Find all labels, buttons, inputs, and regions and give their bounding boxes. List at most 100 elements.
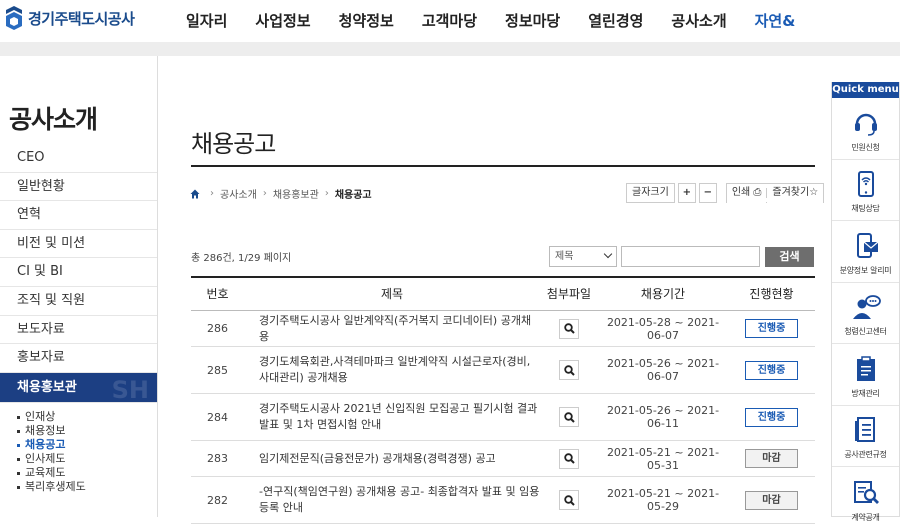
row-attachment [540, 490, 598, 510]
quick-item-regulations[interactable]: 공사관련규정 [832, 406, 899, 467]
attachment-search-button[interactable] [559, 490, 579, 510]
font-decrease-button[interactable]: − [698, 183, 717, 203]
breadcrumb-item[interactable]: 채용홍보관 [273, 186, 319, 201]
font-increase-button[interactable]: + [677, 183, 696, 203]
sidebar-item-organization[interactable]: 조직 및 직원 [0, 287, 157, 316]
bullet-icon [17, 471, 20, 475]
attachment-search-button[interactable] [559, 448, 579, 469]
site-header: 경기주택도시공사 일자리 사업정보 청약정보 고객마당 정보마당 열린경영 공사… [0, 0, 900, 42]
chevron-down-icon [603, 249, 613, 259]
quick-item-label: 공사관련규정 [844, 450, 887, 459]
breadcrumb-item[interactable]: 공사소개 [220, 186, 257, 201]
col-header-attachment: 첨부파일 [546, 287, 592, 301]
row-title-link[interactable]: -연구직(책임연구원) 공개채용 공고- 최종합격자 발표 및 임용 등록 안내 [244, 484, 540, 516]
col-header-title: 제목 [380, 287, 404, 301]
quick-item-disaster[interactable]: 방재관리 [832, 344, 899, 406]
row-title-link[interactable]: 경기주택도시공사 일반계약직(주거복지 코디네이터) 공개채용 [244, 313, 540, 345]
nav-item-customer[interactable]: 고객마당 [422, 10, 477, 31]
sub-item-label: 채용정보 [25, 424, 66, 437]
table-row[interactable]: 285 경기도체육회관,사격테마파크 일반계약직 시설근로자(경비,사대관리) 공… [191, 347, 815, 394]
attachment-search-button[interactable] [559, 318, 579, 339]
quick-item-label: 분양정보 알리미 [839, 265, 892, 275]
quick-item-integrity[interactable]: 청렴신고센터 [832, 283, 899, 344]
sub-item-hr-system[interactable]: 인사제도 [17, 452, 86, 466]
logo-mark-icon [6, 6, 22, 30]
nav-item-about[interactable]: 공사소개 [671, 10, 726, 31]
search-field-select[interactable]: 제목 [549, 246, 617, 267]
sidebar-item-promo[interactable]: 홍보자료 [0, 344, 157, 373]
title-divider [191, 165, 815, 167]
search-button[interactable]: 검색 [765, 247, 814, 267]
nav-item-info[interactable]: 정보마당 [505, 10, 560, 31]
status-badge: 진행중 [745, 360, 798, 380]
sub-item-label: 교육제도 [25, 466, 66, 479]
quick-item-chat[interactable]: 채팅상담 [832, 160, 899, 221]
magnifier-icon [563, 453, 575, 464]
table-row[interactable]: 283 임기제전문직(금융전문가) 공개채용(경력경쟁) 공고 2021-05-21… [191, 441, 815, 477]
row-title-link[interactable]: 임기제전문직(금융전문가) 공개채용(경력경쟁) 공고 [244, 451, 540, 467]
sidebar-item-vision[interactable]: 비전 및 미션 [0, 230, 157, 259]
sidebar-item-overview[interactable]: 일반현황 [0, 173, 157, 202]
font-size-label: 글자크기 [626, 183, 675, 203]
bullet-icon [17, 429, 20, 433]
row-status: 마감 [728, 490, 815, 510]
sub-item-education[interactable]: 교육제도 [17, 466, 86, 480]
sidebar-item-ci-bi[interactable]: CI 및 BI [0, 258, 157, 287]
row-title-link[interactable]: 경기도체육회관,사격테마파크 일반계약직 시설근로자(경비,사대관리) 공개채용 [244, 354, 540, 386]
sidebar-item-recruitment[interactable]: 채용홍보관 SH [0, 372, 157, 403]
row-status: 진행중 [728, 407, 815, 427]
row-title-link[interactable]: 경기주택도시공사 2021년 신입직원 모집공고 필기시험 결과 발표 및 1차… [244, 401, 540, 433]
favorite-label: 즐겨찾기 [772, 187, 810, 198]
print-button[interactable]: 인쇄 ⎙ [726, 184, 767, 204]
row-period: 2021-05-21 ~ 2021-05-31 [606, 445, 720, 472]
quick-item-contract[interactable]: 계약공개 [832, 467, 899, 529]
printer-icon: ⎙ [753, 187, 762, 198]
sub-item-welfare[interactable]: 복리후생제도 [17, 480, 86, 494]
sidebar-item-ceo[interactable]: CEO [0, 144, 157, 173]
row-attachment [540, 448, 598, 469]
attachment-search-button[interactable] [559, 407, 579, 427]
row-status: 마감 [728, 449, 815, 468]
sub-item-talent[interactable]: 인재상 [17, 410, 86, 424]
site-logo[interactable]: 경기주택도시공사 [4, 6, 135, 30]
attachment-search-button[interactable] [559, 360, 579, 380]
col-header-period: 채용기간 [640, 287, 686, 301]
sidebar-item-press[interactable]: 보도자료 [0, 316, 157, 345]
row-number: 283 [207, 452, 228, 465]
header-divider-band [0, 42, 900, 56]
person-speech-icon [852, 295, 881, 319]
home-icon[interactable] [190, 189, 200, 199]
nav-item-jobs[interactable]: 일자리 [186, 10, 227, 31]
sidebar-item-history[interactable]: 연혁 [0, 201, 157, 230]
sidebar-item-recruitment-label: 채용홍보관 [17, 379, 77, 395]
table-body: 286 경기주택도시공사 일반계약직(주거복지 코디네이터) 공개채용 2021-0… [191, 311, 815, 524]
row-number: 284 [207, 410, 228, 424]
quick-item-complaint[interactable]: 민원신청 [832, 98, 899, 160]
status-badge: 진행중 [745, 407, 798, 427]
chevron-right-icon: › [262, 188, 267, 199]
magnifier-icon [563, 364, 575, 376]
row-attachment [540, 318, 598, 339]
magnifier-icon [563, 323, 575, 334]
bullet-icon [17, 443, 20, 447]
nav-item-subscription[interactable]: 청약정보 [339, 10, 394, 31]
sub-item-job-notice[interactable]: 채용공고 [17, 438, 86, 452]
page-title: 채용공고 [191, 130, 276, 158]
sidebar-sub-menu: 인재상 채용정보 채용공고 인사제도 교육제도 복리후생제도 [17, 410, 86, 494]
quick-item-label: 청렴신고센터 [844, 327, 887, 336]
search-input[interactable] [621, 246, 760, 267]
table-row[interactable]: 286 경기주택도시공사 일반계약직(주거복지 코디네이터) 공개채용 2021-0… [191, 311, 815, 347]
nav-item-open-management[interactable]: 열린경영 [588, 10, 643, 31]
quick-item-sale-alert[interactable]: 분양정보 알리미 [832, 221, 899, 283]
nav-item-nature[interactable]: 자연& [755, 10, 796, 31]
breadcrumb: › 공사소개 › 채용홍보관 › 채용공고 [190, 186, 372, 201]
sub-item-job-info[interactable]: 채용정보 [17, 424, 86, 438]
row-number: 282 [207, 493, 228, 507]
bullet-icon [17, 457, 20, 461]
favorite-button[interactable]: 즐겨찾기☆ [767, 184, 824, 204]
quick-item-label: 민원신청 [851, 142, 880, 152]
sidebar-menu: CEO 일반현황 연혁 비전 및 미션 CI 및 BI 조직 및 직원 보도자료… [0, 144, 157, 403]
nav-item-business[interactable]: 사업정보 [255, 10, 310, 31]
table-row[interactable]: 284 경기주택도시공사 2021년 신입직원 모집공고 필기시험 결과 발표 및… [191, 394, 815, 441]
quick-item-label: 방재관리 [851, 388, 880, 398]
